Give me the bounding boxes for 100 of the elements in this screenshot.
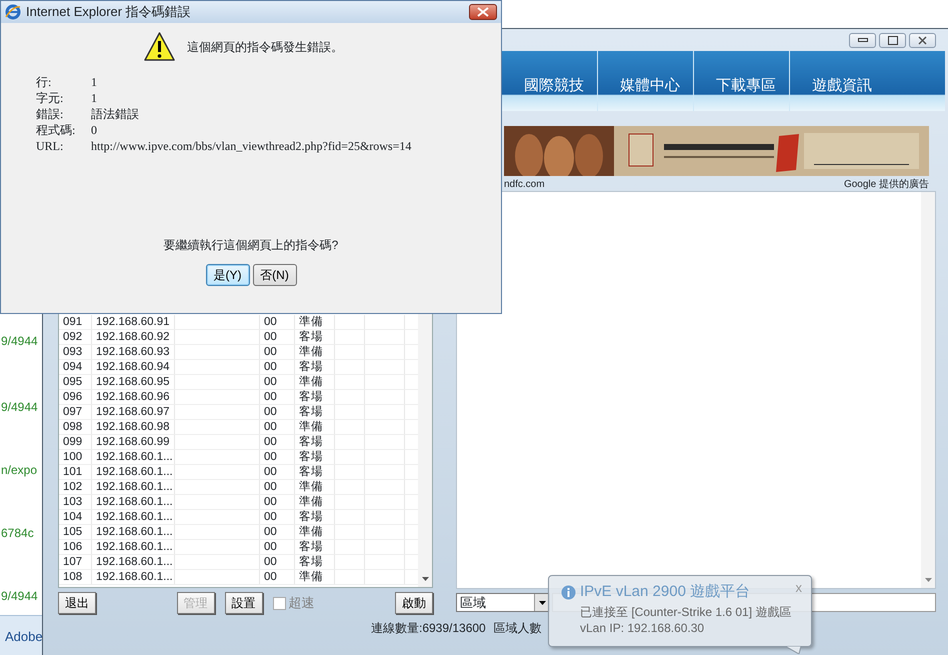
detail-value: 語法錯誤	[91, 107, 140, 121]
start-button[interactable]: 啟動	[395, 592, 433, 614]
table-cell: 00	[260, 360, 295, 374]
table-cell: 106	[59, 540, 92, 554]
nav-tab[interactable]: 遊戲資訊	[789, 51, 885, 111]
detail-label: 程式碼:	[36, 123, 76, 137]
detail-value: http://www.ipve.com/bbs/vlan_viewthread2.php?fid=25&rows=14	[91, 139, 412, 153]
table-cell: 192.168.60.1...	[92, 450, 175, 464]
no-button[interactable]: 否(N)	[252, 264, 296, 286]
region-select[interactable]: 區域	[456, 593, 550, 612]
table-cell: 00	[260, 345, 295, 359]
table-cell: 客場	[295, 390, 335, 404]
table-cell: 客場	[295, 330, 335, 344]
detail-label: URL:	[36, 139, 64, 153]
dropdown-arrow-icon[interactable]	[538, 600, 546, 604]
table-cell: 00	[260, 435, 295, 449]
table-cell: 192.168.60.91	[92, 315, 175, 329]
link-text[interactable]: n/expo	[1, 461, 38, 479]
table-cell: 客場	[295, 435, 335, 449]
table-cell: 00	[260, 510, 295, 524]
table-cell: 00	[260, 555, 295, 569]
close-button[interactable]	[469, 4, 497, 20]
scroll-down-arrow-icon[interactable]	[924, 578, 932, 582]
table-cell: 00	[260, 540, 295, 554]
table-cell: 192.168.60.1...	[92, 555, 175, 569]
table-cell: 100	[59, 450, 92, 464]
table-cell: 103	[59, 495, 92, 509]
table-cell: 192.168.60.1...	[92, 510, 175, 524]
close-icon	[918, 36, 927, 44]
table-cell: 192.168.60.1...	[92, 525, 175, 539]
link-text[interactable]: 6784c	[1, 524, 34, 542]
table-cell: 00	[260, 420, 295, 434]
minimize-icon	[858, 38, 868, 42]
close-icon	[477, 7, 489, 17]
table-cell: 192.168.60.1...	[92, 495, 175, 509]
table-cell: 準備	[295, 375, 335, 389]
detail-label: 錯誤:	[36, 107, 64, 121]
warning-icon	[144, 31, 175, 63]
notification-text: vLan IP: 192.168.60.30	[579, 620, 706, 636]
table-cell: 102	[59, 480, 92, 494]
nav-tab[interactable]: 媒體中心	[597, 51, 693, 111]
table-cell: 098	[59, 420, 92, 434]
table-cell: 準備	[295, 495, 335, 509]
detail-value: 0	[91, 123, 98, 137]
table-cell: 097	[59, 405, 92, 419]
yes-button[interactable]: 是(Y)	[206, 264, 250, 286]
detail-label: 行:	[36, 75, 52, 89]
table-cell: 192.168.60.1...	[92, 540, 175, 554]
table-cell: 準備	[295, 480, 335, 494]
ad-source-text[interactable]: ndfc.com	[504, 177, 545, 191]
table-cell: 099	[59, 435, 92, 449]
table-cell: 091	[59, 315, 92, 329]
detail-value: 1	[91, 75, 98, 89]
table-cell: 192.168.60.93	[92, 345, 175, 359]
detail-label: 字元:	[36, 91, 64, 105]
minimize-button[interactable]	[849, 32, 876, 48]
table-cell: 準備	[295, 570, 335, 584]
table-cell: 00	[260, 480, 295, 494]
notification-title: IPvE vLan 2900 遊戲平台	[580, 582, 750, 602]
table-cell: 客場	[295, 465, 335, 479]
table-cell: 00	[260, 495, 295, 509]
table-cell: 客場	[295, 405, 335, 419]
table-cell: 192.168.60.92	[92, 330, 175, 344]
table-cell: 093	[59, 345, 92, 359]
table-cell: 準備	[295, 420, 335, 434]
scroll-down-arrow-icon[interactable]	[422, 577, 428, 581]
table-cell: 客場	[295, 510, 335, 524]
table-cell: 00	[260, 375, 295, 389]
table-cell: 準備	[295, 345, 335, 359]
link-text[interactable]: 9/4944	[1, 398, 38, 416]
link-text[interactable]: 9/4944	[1, 332, 38, 350]
continue-question: 要繼續執行這個網頁上的指令碼?	[162, 237, 340, 254]
table-cell: 客場	[295, 540, 335, 554]
nav-tab[interactable]: 下載專區	[693, 51, 789, 111]
table-cell: 192.168.60.95	[92, 375, 175, 389]
settings-button[interactable]: 設置	[224, 592, 262, 614]
table-cell: 192.168.60.94	[92, 360, 175, 374]
maximize-icon	[888, 36, 898, 44]
error-message: 這個網頁的指令碼發生錯誤。	[187, 39, 343, 56]
table-cell: 00	[260, 405, 295, 419]
table-cell: 192.168.60.1...	[92, 465, 175, 479]
table-cell: 101	[59, 465, 92, 479]
table-cell: 準備	[295, 525, 335, 539]
table-cell: 00	[260, 525, 295, 539]
table-cell: 092	[59, 330, 92, 344]
info-icon	[561, 584, 576, 600]
table-cell: 00	[260, 330, 295, 344]
maximize-button[interactable]	[879, 32, 906, 48]
table-cell: 192.168.60.1...	[92, 570, 175, 584]
table-cell: 108	[59, 570, 92, 584]
table-cell: 094	[59, 360, 92, 374]
table-cell: 客場	[295, 555, 335, 569]
link-text[interactable]: 9/4944	[1, 587, 38, 605]
table-cell: 095	[59, 375, 92, 389]
exit-button[interactable]: 退出	[58, 592, 96, 614]
close-button[interactable]	[909, 32, 936, 48]
table-cell: 00	[260, 450, 295, 464]
table-cell: 192.168.60.98	[92, 420, 175, 434]
ad-label: Google 提供的廣告	[844, 178, 929, 191]
checkbox-label: 超速	[288, 594, 314, 612]
